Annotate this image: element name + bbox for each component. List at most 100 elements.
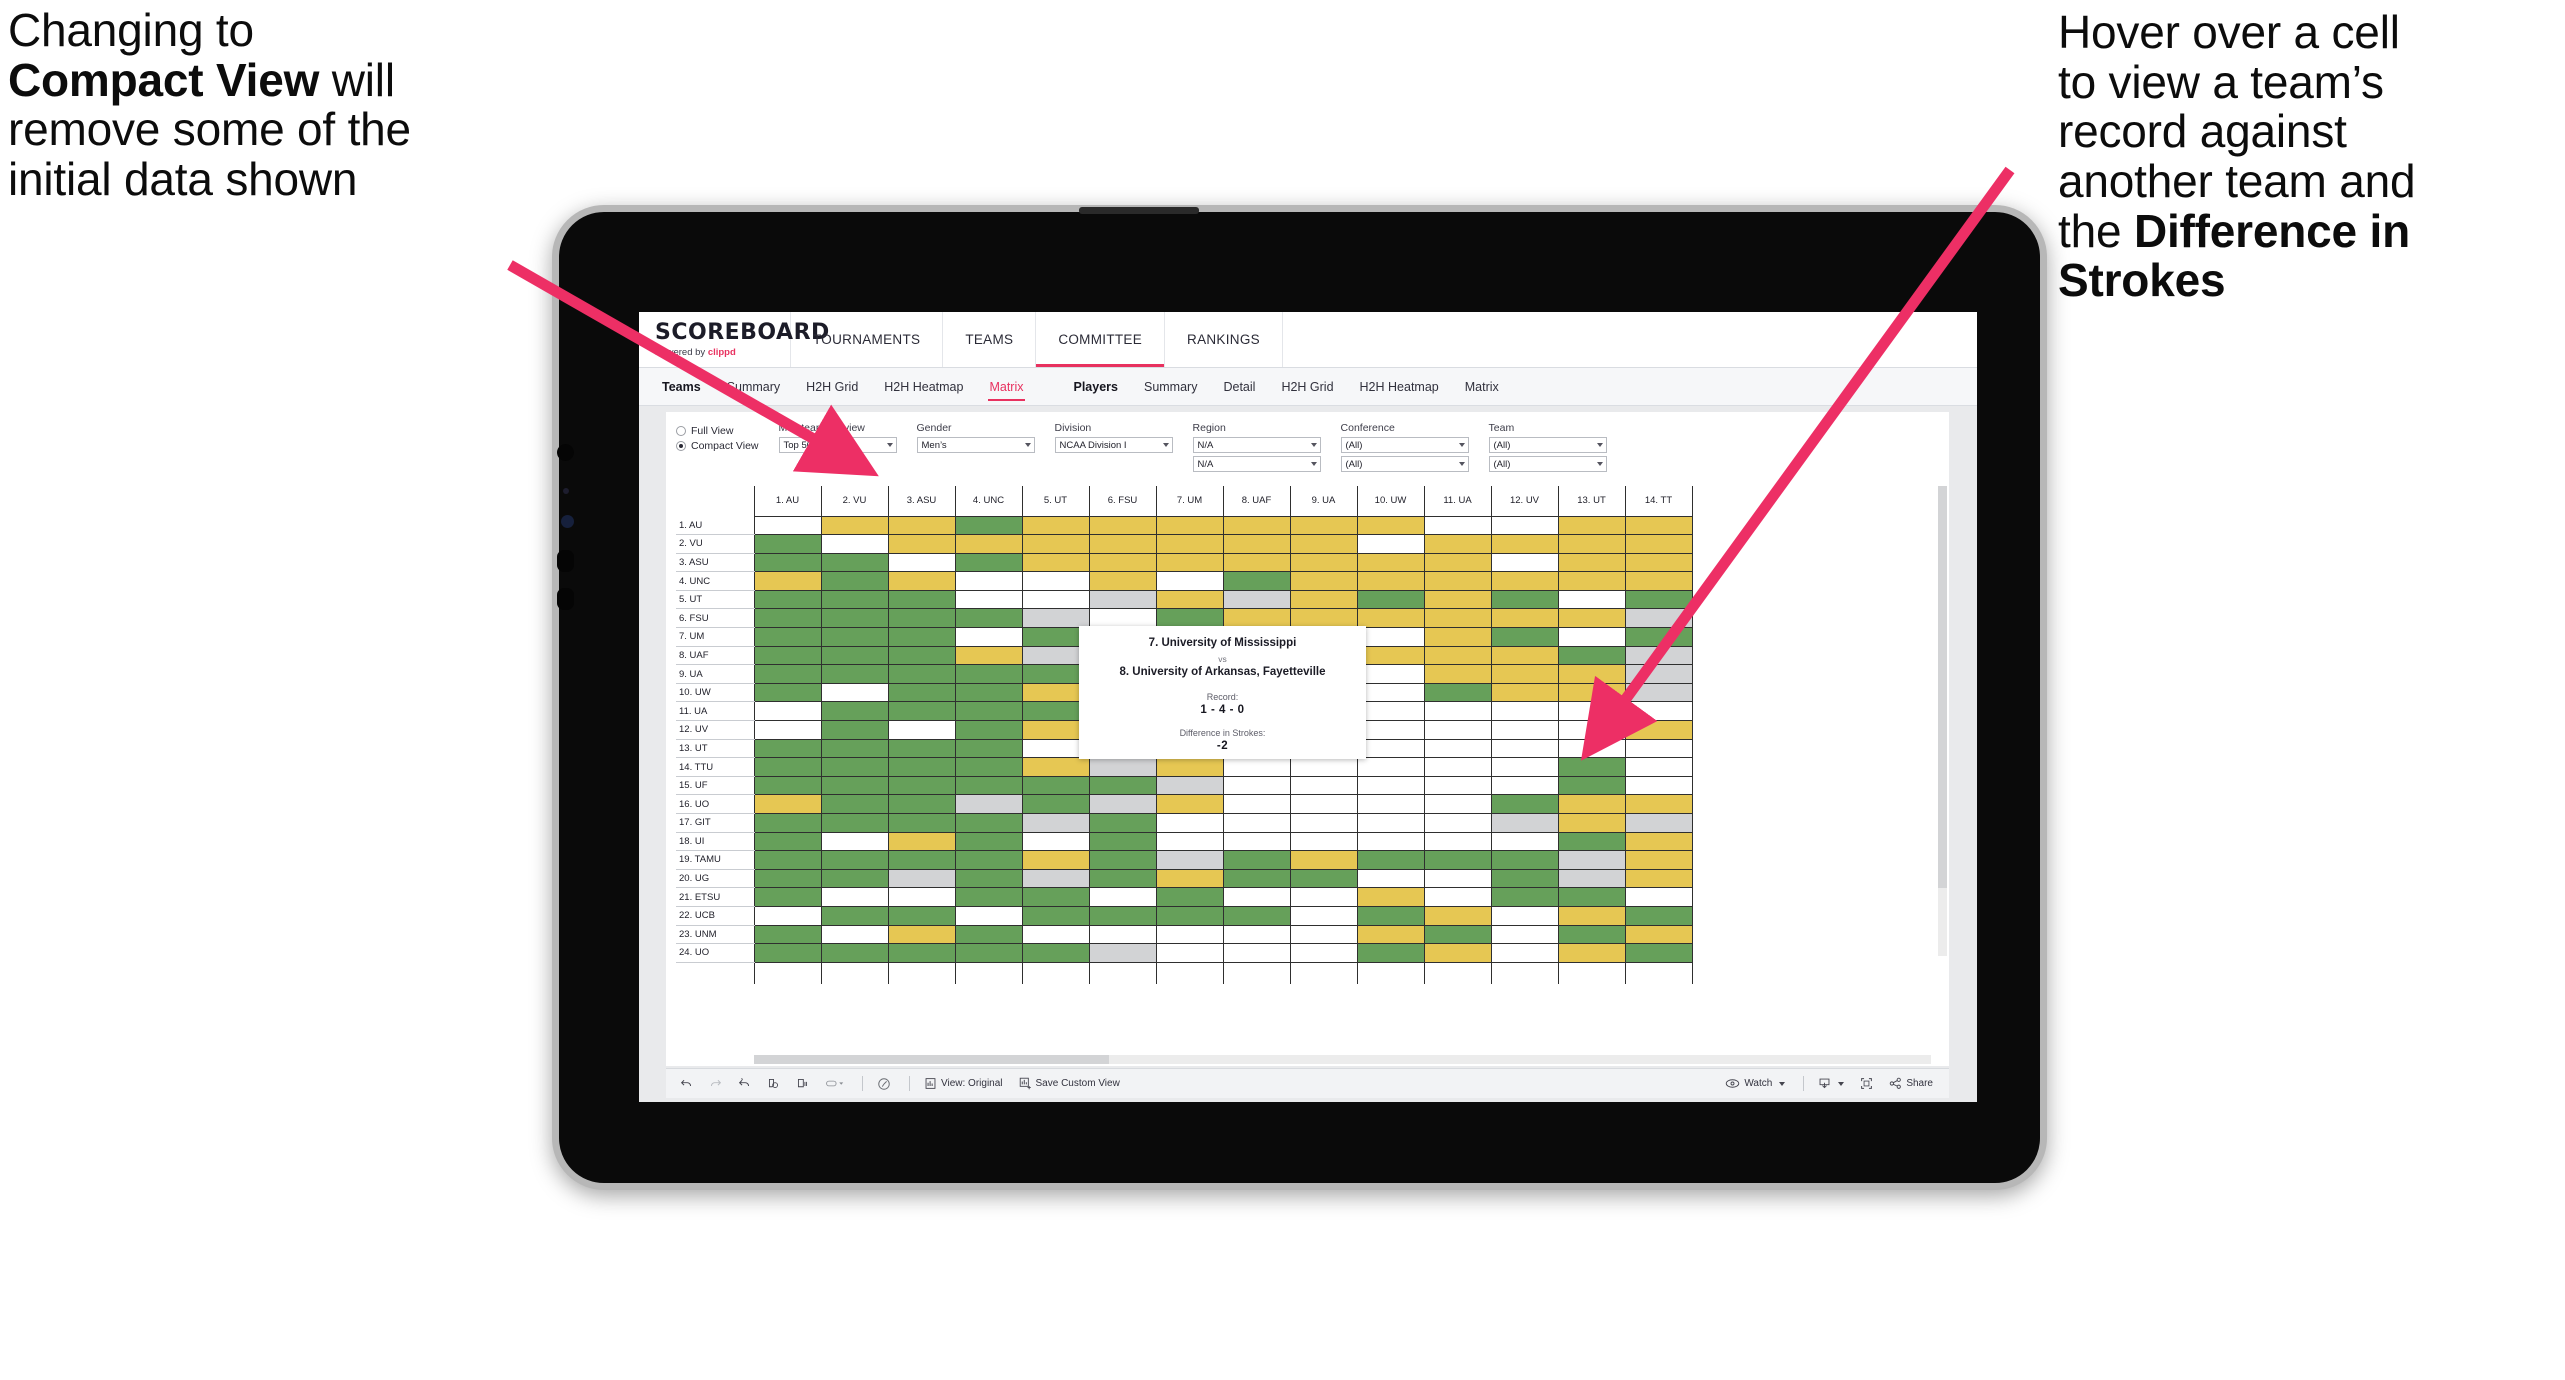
matrix-cell[interactable] <box>1423 831 1492 852</box>
matrix-cell[interactable] <box>1624 589 1693 610</box>
matrix-cell[interactable] <box>1490 534 1559 554</box>
matrix-cell[interactable] <box>1490 868 1559 889</box>
matrix-cell[interactable] <box>1557 664 1626 684</box>
filter-division-select[interactable]: NCAA Division I <box>1054 437 1173 453</box>
matrix-cell[interactable] <box>954 645 1023 666</box>
matrix-cell[interactable] <box>954 924 1023 945</box>
subnav-teams-summary[interactable]: Summary <box>714 368 793 406</box>
matrix-cell[interactable] <box>1155 757 1224 777</box>
matrix-cell[interactable] <box>954 608 1023 629</box>
matrix-cell[interactable] <box>820 720 889 740</box>
matrix-cell[interactable] <box>1356 868 1425 889</box>
matrix-col-header[interactable]: 7. UM <box>1155 486 1224 517</box>
matrix-cell[interactable] <box>1289 552 1358 573</box>
matrix-cell[interactable] <box>820 868 889 889</box>
refresh-data-button[interactable] <box>767 1077 780 1090</box>
matrix-row-header[interactable]: 24. UO <box>676 943 754 963</box>
save-custom-view-button[interactable]: Save Custom View <box>1019 1077 1120 1090</box>
matrix-cell[interactable] <box>1490 738 1559 759</box>
matrix-cell[interactable] <box>1289 850 1358 870</box>
matrix-cell[interactable] <box>1557 608 1626 629</box>
subnav-teams-h2h-heatmap[interactable]: H2H Heatmap <box>871 368 976 406</box>
matrix-cell[interactable] <box>1289 515 1358 536</box>
subnav-teams-matrix[interactable]: Matrix <box>976 368 1036 406</box>
matrix-cell[interactable] <box>1356 831 1425 852</box>
matrix-cell[interactable] <box>1423 664 1492 684</box>
matrix-cell[interactable] <box>954 682 1023 703</box>
matrix-cell[interactable] <box>1088 813 1157 833</box>
matrix-cell[interactable] <box>1624 813 1693 833</box>
matrix-cell[interactable] <box>1624 720 1693 740</box>
matrix-cell[interactable] <box>820 664 889 684</box>
matrix-cell[interactable] <box>1624 571 1693 591</box>
matrix-cell[interactable] <box>1490 905 1559 926</box>
matrix-col-header[interactable]: 1. AU <box>753 486 822 517</box>
matrix-cell[interactable] <box>820 552 889 573</box>
matrix-cell[interactable] <box>1021 571 1090 591</box>
matrix-cell[interactable] <box>954 775 1023 796</box>
matrix-cell[interactable] <box>1021 794 1090 814</box>
matrix-cell[interactable] <box>1423 552 1492 573</box>
matrix-cell[interactable] <box>1557 720 1626 740</box>
matrix-cell[interactable] <box>1289 813 1358 833</box>
matrix-cell[interactable] <box>887 682 956 703</box>
matrix-cell[interactable] <box>1289 608 1358 629</box>
matrix-cell[interactable] <box>1423 775 1492 796</box>
matrix-cell[interactable] <box>1624 850 1693 870</box>
matrix-cell[interactable] <box>1289 757 1358 777</box>
matrix-cell[interactable] <box>1021 534 1090 554</box>
matrix-cell[interactable] <box>1624 943 1693 963</box>
matrix-cell[interactable] <box>753 794 822 814</box>
matrix-cell[interactable] <box>1356 515 1425 536</box>
matrix-cell[interactable] <box>1423 571 1492 591</box>
matrix-cell[interactable] <box>1557 571 1626 591</box>
matrix-row-header[interactable]: 9. UA <box>676 664 754 684</box>
matrix-cell[interactable] <box>1155 831 1224 852</box>
matrix-cell[interactable] <box>887 813 956 833</box>
matrix-cell[interactable] <box>887 831 956 852</box>
matrix-cell[interactable] <box>1356 608 1425 629</box>
subnav-teams-h2h-grid[interactable]: H2H Grid <box>793 368 871 406</box>
matrix-cell[interactable] <box>1490 757 1559 777</box>
filter-team-select-2[interactable]: (All) <box>1488 456 1607 472</box>
matrix-cell[interactable] <box>1155 775 1224 796</box>
matrix-cell[interactable] <box>1490 794 1559 814</box>
matrix-cell[interactable] <box>1289 924 1358 945</box>
matrix-col-header[interactable]: 11. UA <box>1423 486 1492 517</box>
matrix-cell[interactable] <box>954 813 1023 833</box>
matrix-cell[interactable] <box>1222 831 1291 852</box>
matrix-cell[interactable] <box>1490 850 1559 870</box>
matrix-cell[interactable] <box>1021 515 1090 536</box>
matrix-cell[interactable] <box>954 850 1023 870</box>
matrix-cell[interactable] <box>1557 682 1626 703</box>
matrix-cell[interactable] <box>1624 887 1693 907</box>
matrix-row-header[interactable]: 17. GIT <box>676 813 754 833</box>
matrix-cell[interactable] <box>753 943 822 963</box>
matrix-cell[interactable] <box>887 515 956 536</box>
matrix-cell[interactable] <box>1155 868 1224 889</box>
tablet-volume-up-button[interactable] <box>557 550 574 572</box>
matrix-cell[interactable] <box>1423 850 1492 870</box>
matrix-cell[interactable] <box>1557 813 1626 833</box>
matrix-cell[interactable] <box>887 589 956 610</box>
matrix-cell[interactable] <box>954 664 1023 684</box>
matrix-cell[interactable] <box>1490 831 1559 852</box>
matrix-cell[interactable] <box>1155 887 1224 907</box>
nav-tab-rankings[interactable]: RANKINGS <box>1165 312 1283 367</box>
matrix-cell[interactable] <box>1088 850 1157 870</box>
filter-team-select-1[interactable]: (All) <box>1488 437 1607 453</box>
pause-updates-button[interactable] <box>796 1077 809 1090</box>
matrix-cell[interactable] <box>887 664 956 684</box>
matrix-cell[interactable] <box>1155 552 1224 573</box>
matrix-cell[interactable] <box>1356 850 1425 870</box>
matrix-cell[interactable] <box>820 924 889 945</box>
matrix-cell[interactable] <box>1624 757 1693 777</box>
matrix-cell[interactable] <box>954 552 1023 573</box>
matrix-cell[interactable] <box>887 571 956 591</box>
matrix-cell[interactable] <box>1423 720 1492 740</box>
matrix-cell[interactable] <box>820 589 889 610</box>
matrix-cell[interactable] <box>1289 794 1358 814</box>
matrix-cell[interactable] <box>1222 757 1291 777</box>
matrix-cell[interactable] <box>1490 571 1559 591</box>
matrix-cell[interactable] <box>1289 534 1358 554</box>
